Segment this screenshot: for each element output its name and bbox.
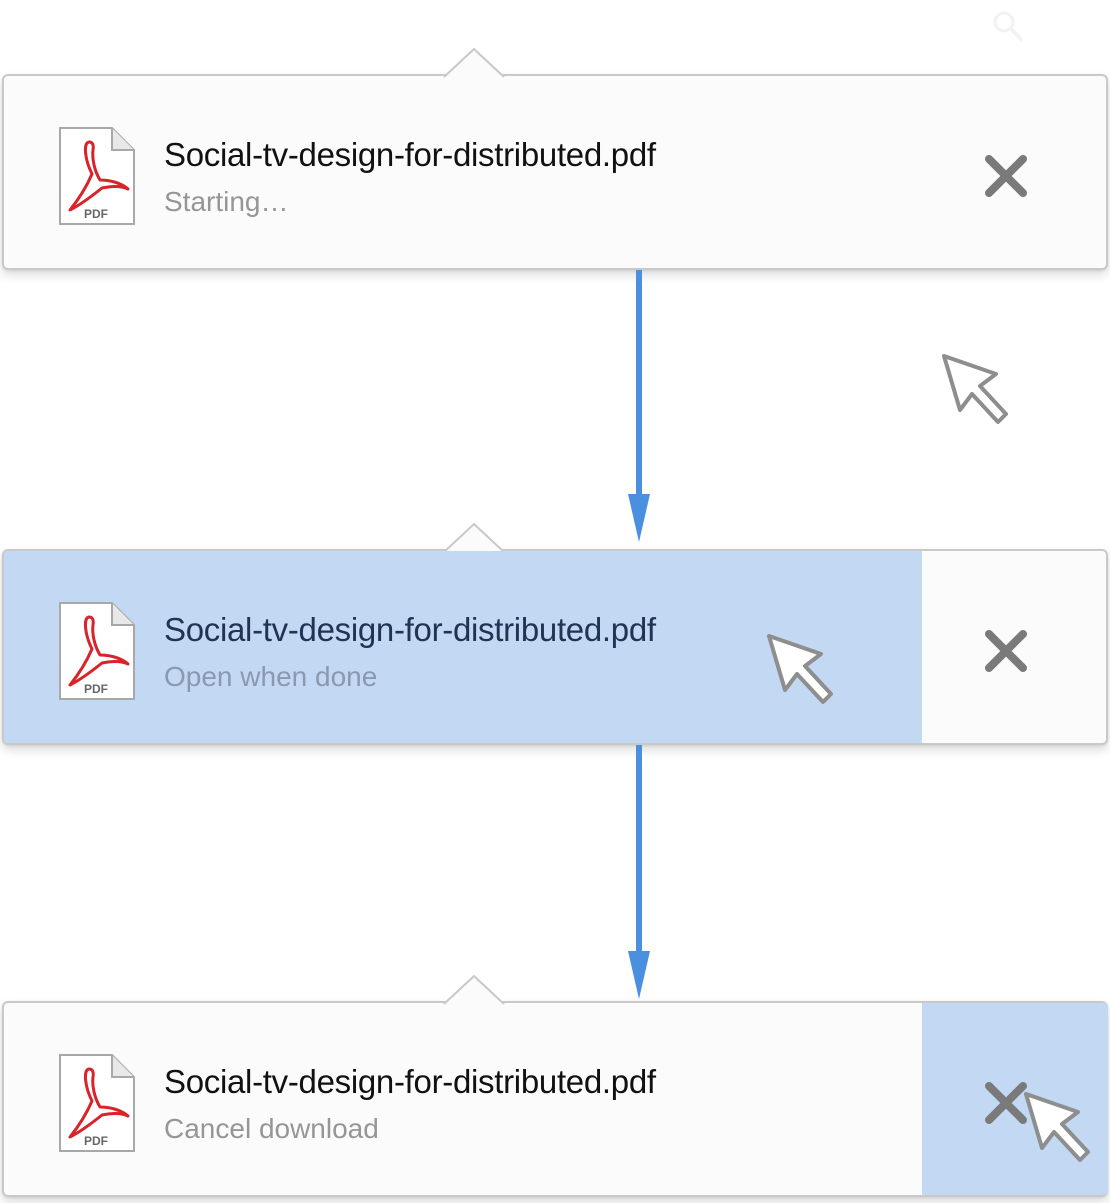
popover-beak — [443, 47, 505, 78]
search-icon[interactable] — [990, 8, 1026, 44]
download-popover: PDF Social-tv-design-for-distributed.pdf… — [2, 47, 1108, 270]
pdf-file-icon: PDF — [59, 127, 135, 225]
mouse-pointer-icon — [767, 634, 833, 704]
pdf-icon-label: PDF — [84, 682, 108, 696]
download-popover-sequence: PDF Social-tv-design-for-distributed.pdf… — [0, 0, 1110, 1203]
pdf-icon-label: PDF — [84, 207, 108, 221]
close-icon[interactable] — [984, 629, 1028, 673]
file-name: Social-tv-design-for-distributed.pdf — [164, 611, 656, 648]
file-name: Social-tv-design-for-distributed.pdf — [164, 1063, 656, 1100]
popover-beak — [443, 522, 505, 553]
download-status: Cancel download — [164, 1113, 379, 1144]
pdf-file-icon: PDF — [59, 1054, 135, 1152]
down-arrow-icon — [628, 270, 650, 542]
close-icon[interactable] — [984, 154, 1028, 198]
mouse-pointer-icon — [942, 354, 1008, 424]
download-status: Open when done — [164, 661, 378, 692]
download-popover: PDF Social-tv-design-for-distributed.pdf… — [2, 974, 1108, 1197]
pdf-icon-label: PDF — [84, 1134, 108, 1148]
pdf-file-icon: PDF — [59, 602, 135, 700]
download-status: Starting… — [164, 186, 289, 217]
popover-beak — [443, 974, 505, 1005]
file-name: Social-tv-design-for-distributed.pdf — [164, 136, 656, 173]
download-popover: PDF Social-tv-design-for-distributed.pdf… — [2, 522, 1108, 745]
mouse-pointer-icon — [1024, 1092, 1090, 1162]
down-arrow-icon — [628, 745, 650, 999]
